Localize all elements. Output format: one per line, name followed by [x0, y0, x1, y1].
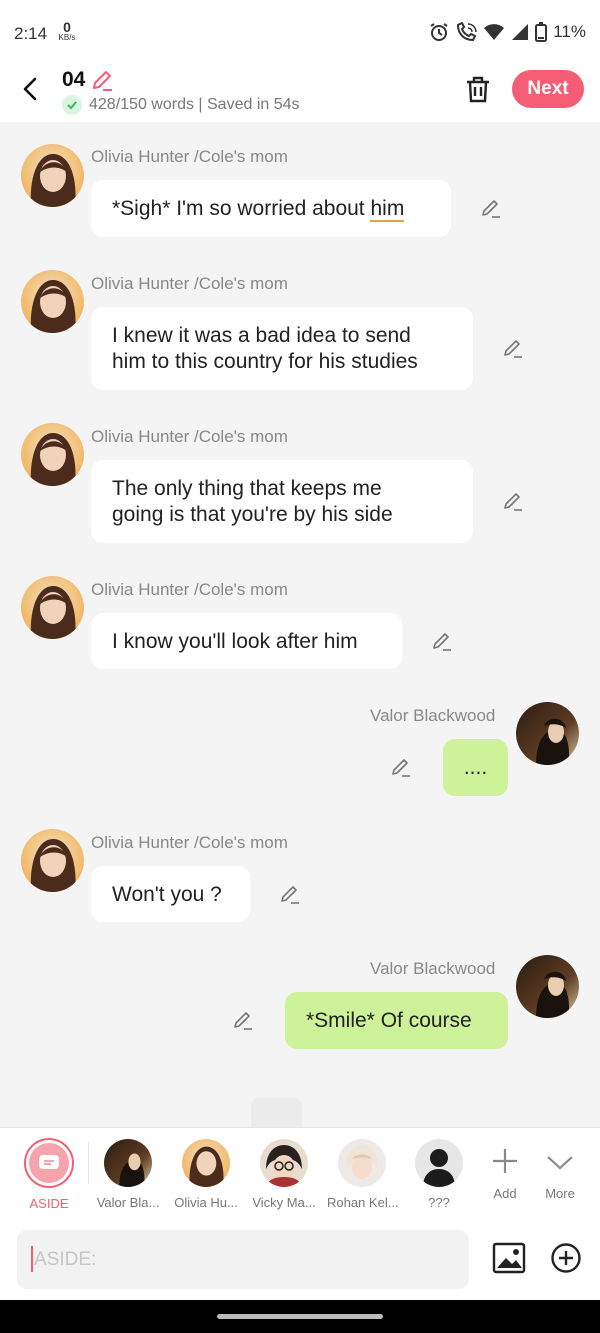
edit-title-icon[interactable] — [90, 68, 114, 92]
avatar-olivia[interactable] — [21, 576, 84, 639]
character-olivia[interactable]: Olivia Hu... — [171, 1136, 241, 1210]
message-sender: Valor Blackwood — [370, 706, 496, 725]
wifi-call-icon — [457, 22, 477, 42]
character-valor[interactable]: Valor Bla... — [93, 1136, 163, 1210]
character-unknown[interactable]: ??? — [404, 1136, 474, 1210]
message-bubble-mine[interactable]: *Smile* Of course — [285, 992, 508, 1049]
home-gesture-bar[interactable] — [217, 1314, 383, 1319]
signal-icon — [512, 24, 529, 40]
add-circle-icon[interactable] — [550, 1242, 582, 1274]
input-placeholder: ASIDE: — [34, 1249, 97, 1270]
text-caret — [31, 1246, 33, 1272]
avatar-rohan — [338, 1139, 386, 1187]
avatar-olivia — [182, 1139, 230, 1187]
save-status: 428/150 words | Saved in 54s — [62, 95, 300, 115]
battery-percent: 11% — [553, 22, 586, 41]
message-sender: Valor Blackwood — [370, 959, 496, 978]
edit-message-icon[interactable] — [431, 630, 453, 652]
edit-message-icon[interactable] — [502, 337, 524, 359]
trash-icon[interactable] — [464, 74, 492, 104]
next-button[interactable]: Next — [512, 70, 584, 108]
message-bubble[interactable]: Won't you ? — [91, 866, 250, 922]
avatar-olivia[interactable] — [21, 270, 84, 333]
avatar-vicky — [260, 1139, 308, 1187]
character-rohan[interactable]: Rohan Kel... — [327, 1136, 399, 1210]
status-bar: 2:14 0 KB/s 11% — [0, 0, 600, 62]
plus-icon — [493, 1149, 517, 1173]
chevron-down-icon — [547, 1156, 573, 1170]
message-sender: Olivia Hunter /Cole's mom — [91, 833, 288, 852]
image-icon[interactable] — [492, 1242, 526, 1274]
character-vicky[interactable]: Vicky Ma... — [249, 1136, 319, 1210]
network-speed: 0 KB/s — [58, 19, 76, 42]
avatar-olivia[interactable] — [21, 829, 84, 892]
avatar-olivia[interactable] — [21, 423, 84, 486]
edit-message-icon[interactable] — [232, 1009, 254, 1031]
editor-header: 04 428/150 words | Saved in 54s Next — [0, 62, 600, 122]
composer: ASIDE: — [0, 1220, 600, 1300]
chapter-title: 04 — [62, 68, 86, 91]
aside-chat-icon — [29, 1143, 69, 1183]
edit-message-icon[interactable] — [502, 490, 524, 512]
message-bubble[interactable]: *Sigh* I'm so worried about him — [91, 180, 451, 237]
character-aside[interactable]: ASIDE — [14, 1136, 84, 1211]
edit-message-icon[interactable] — [390, 756, 412, 778]
word-count-status: 428/150 words | Saved in 54s — [89, 96, 300, 113]
character-selector: ASIDE Valor Bla... Olivia Hu... Vicky Ma… — [0, 1127, 600, 1220]
message-sender: Olivia Hunter /Cole's mom — [91, 274, 288, 293]
message-sender: Olivia Hunter /Cole's mom — [91, 580, 288, 599]
avatar-valor[interactable] — [516, 702, 579, 765]
message-sender: Olivia Hunter /Cole's mom — [91, 147, 288, 166]
check-icon — [62, 95, 82, 115]
edit-message-icon[interactable] — [279, 883, 301, 905]
avatar-valor[interactable] — [516, 955, 579, 1018]
avatar-olivia[interactable] — [21, 144, 84, 207]
message-bubble[interactable]: The only thing that keeps me going is th… — [91, 460, 473, 543]
message-input[interactable]: ASIDE: — [17, 1230, 469, 1289]
message-bubble-mine[interactable]: .... — [443, 739, 508, 796]
status-time: 2:14 — [14, 24, 48, 43]
message-sender: Olivia Hunter /Cole's mom — [91, 427, 288, 446]
divider — [88, 1142, 89, 1184]
battery-icon — [535, 22, 548, 42]
avatar-valor — [104, 1139, 152, 1187]
avatar-silhouette — [415, 1139, 463, 1187]
back-arrow-icon[interactable] — [18, 76, 44, 102]
more-characters-button[interactable]: More — [525, 1136, 595, 1201]
message-bubble[interactable]: I knew it was a bad idea to send him to … — [91, 307, 473, 390]
alarm-icon — [430, 23, 448, 41]
system-nav-bar — [0, 1300, 600, 1333]
wifi-icon — [484, 24, 505, 40]
message-bubble[interactable]: I know you'll look after him — [91, 613, 402, 669]
edit-message-icon[interactable] — [480, 197, 502, 219]
